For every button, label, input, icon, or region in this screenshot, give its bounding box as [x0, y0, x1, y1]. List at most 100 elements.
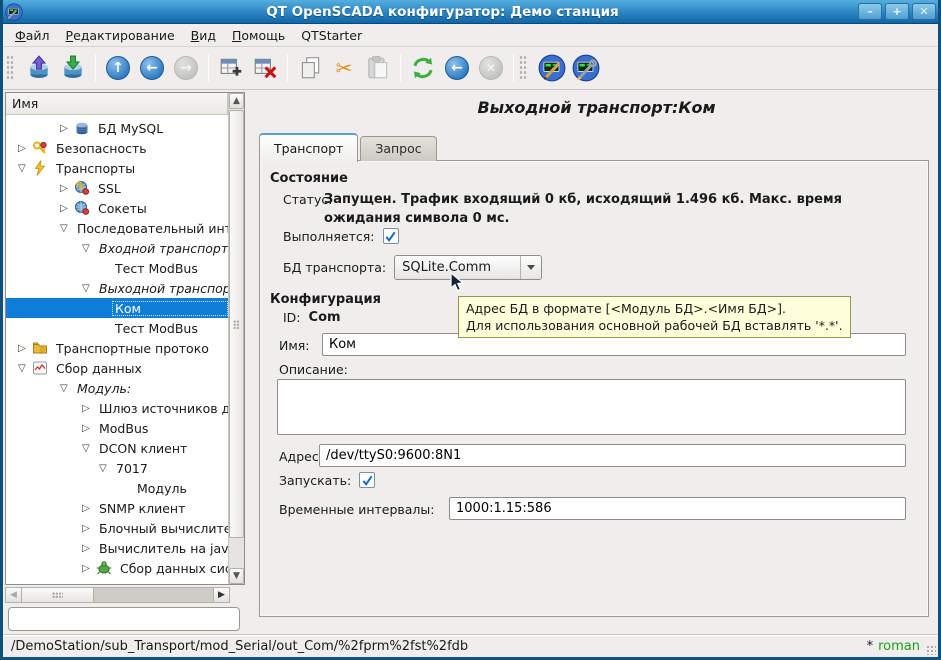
tab-transport[interactable]: Транспорт [259, 133, 358, 162]
expander-icon[interactable] [82, 403, 96, 414]
resize-grip[interactable] [926, 645, 936, 655]
menu-help[interactable]: Помощь [224, 25, 293, 46]
tree-header-name[interactable]: Имя [6, 93, 228, 115]
status-value: Запущен. Трафик входящий 0 кб, исходящий… [324, 190, 880, 228]
tab-bar: Транспорт Запрос [259, 132, 439, 161]
go-back-icon[interactable] [136, 52, 168, 84]
tree-vertical-scrollbar[interactable]: ▲ ▼ [228, 93, 244, 584]
tree-item-block-calc[interactable]: Блочный вычислите [6, 518, 228, 538]
expander-icon[interactable] [82, 283, 96, 294]
menu-view[interactable]: Вид [183, 25, 224, 46]
scroll-down-icon[interactable]: ▼ [229, 568, 244, 584]
scroll-left-icon[interactable]: ◀ [6, 588, 22, 602]
security-keys-icon [32, 140, 50, 156]
expander-icon[interactable] [82, 423, 96, 434]
tree-item-data-acquisition[interactable]: Сбор данных [6, 358, 228, 378]
transport-db-label: БД транспорта: [283, 260, 386, 275]
tree-item-test-modbus-in[interactable]: Тест ModBus [6, 258, 228, 278]
tree-item-dcon-client[interactable]: DCON клиент [6, 438, 228, 458]
menu-qtstarter[interactable]: QTStarter [293, 25, 370, 46]
menu-file[interactable]: Файл [7, 25, 58, 46]
tree-horizontal-scrollbar[interactable]: ◀ ▶ [5, 587, 230, 603]
copy-item-icon[interactable] [294, 52, 326, 84]
scrollbar-thumb[interactable] [229, 110, 244, 538]
expander-icon[interactable] [82, 503, 96, 514]
tree-item-system-da[interactable]: Сбор данных сис [6, 558, 228, 578]
toolbar-handle-2[interactable] [519, 55, 527, 81]
remove-item-icon[interactable] [249, 52, 281, 84]
tree-item-snmp-client[interactable]: SNMP клиент [6, 498, 228, 518]
load-from-db-icon[interactable] [23, 52, 55, 84]
tree-item-transports[interactable]: Транспорты [6, 158, 228, 178]
openscada-configurator-icon[interactable] [536, 52, 568, 84]
running-label: Выполняется: [283, 229, 375, 244]
tree-item-ssl[interactable]: SSL [6, 178, 228, 198]
chevron-down-icon[interactable] [520, 256, 541, 279]
tab-content: Состояние Статус: Запущен. Трафик входящ… [259, 160, 929, 617]
add-item-icon[interactable] [215, 52, 247, 84]
scroll-up-icon[interactable]: ▲ [229, 93, 244, 109]
tree-item-bd-mysql[interactable]: БД MySQL [6, 118, 228, 138]
name-label: Имя: [279, 338, 310, 353]
scrollbar-thumb[interactable] [22, 588, 94, 602]
tree-item-7017[interactable]: 7017 [6, 458, 228, 478]
tab-request[interactable]: Запрос [360, 136, 436, 161]
toolbar-handle[interactable] [6, 55, 14, 81]
tree-item-module-7017[interactable]: Модуль [6, 478, 228, 498]
address-input[interactable] [319, 444, 906, 467]
tree-item-modbus[interactable]: ModBus [6, 418, 228, 438]
timings-input[interactable] [449, 497, 906, 520]
tree-item-gateway[interactable]: Шлюз источников д [6, 398, 228, 418]
expander-icon[interactable] [18, 343, 32, 354]
tree-item-module[interactable]: Модуль: [6, 378, 228, 398]
sockets-icon [74, 200, 92, 216]
openscada-tool-icon[interactable] [570, 52, 602, 84]
id-value: Com [309, 310, 341, 325]
tree-item-input-transport[interactable]: Входной транспорт [6, 238, 228, 258]
menu-edit[interactable]: Редактирование [58, 25, 183, 46]
expander-icon[interactable] [60, 383, 74, 394]
stop-icon[interactable] [475, 52, 507, 84]
expander-icon[interactable] [60, 223, 74, 234]
tostart-checkbox[interactable] [359, 472, 375, 488]
cut-item-icon[interactable]: ✂ [328, 52, 360, 84]
tree-item-output-transport[interactable]: Выходной транспор [6, 278, 228, 298]
tree-item-sockets[interactable]: Сокеты [6, 198, 228, 218]
tree-filter-input[interactable] [8, 607, 240, 631]
expander-icon[interactable] [82, 243, 96, 254]
close-button[interactable] [912, 3, 936, 20]
tree-item-serial[interactable]: Последовательный инт [6, 218, 228, 238]
title-bar[interactable]: QT OpenSCADA конфигуратор: Демо станция [0, 0, 941, 24]
expander-icon[interactable] [82, 543, 96, 554]
maximize-button[interactable] [885, 3, 909, 20]
scroll-right-icon[interactable]: ▶ [213, 588, 229, 602]
start-icon[interactable] [441, 52, 473, 84]
expander-icon[interactable] [82, 563, 96, 574]
tree-item-protocols[interactable]: Транспортные протоко [6, 338, 228, 358]
expander-icon[interactable] [60, 123, 74, 134]
description-textarea[interactable] [277, 379, 906, 435]
tree-item-java-calc[interactable]: Вычислитель на java [6, 538, 228, 558]
expander-icon[interactable] [99, 463, 113, 474]
transport-db-select[interactable]: SQLite.Comm [394, 255, 542, 280]
timings-label: Временные интервалы: [279, 502, 435, 517]
expander-icon[interactable] [60, 203, 74, 214]
expander-icon[interactable] [60, 183, 74, 194]
status-path: /DemoStation/sub_Transport/mod_Serial/ou… [11, 639, 468, 654]
expander-icon[interactable] [18, 163, 32, 174]
expander-icon[interactable] [82, 443, 96, 454]
save-to-db-icon[interactable] [57, 52, 89, 84]
tree-item-security[interactable]: Безопасность [6, 138, 228, 158]
expander-icon[interactable] [18, 363, 32, 374]
minimize-button[interactable] [858, 3, 882, 20]
go-up-icon[interactable] [102, 52, 134, 84]
address-label: Адрес: [279, 449, 323, 464]
tree-item-kom-selected[interactable]: Ком [6, 298, 228, 318]
refresh-icon[interactable] [407, 52, 439, 84]
go-forward-icon[interactable] [170, 52, 202, 84]
expander-icon[interactable] [18, 143, 32, 154]
expander-icon[interactable] [82, 523, 96, 534]
paste-item-icon[interactable] [362, 52, 394, 84]
running-checkbox[interactable] [383, 228, 399, 244]
tree-item-test-modbus-out[interactable]: Тест ModBus [6, 318, 228, 338]
